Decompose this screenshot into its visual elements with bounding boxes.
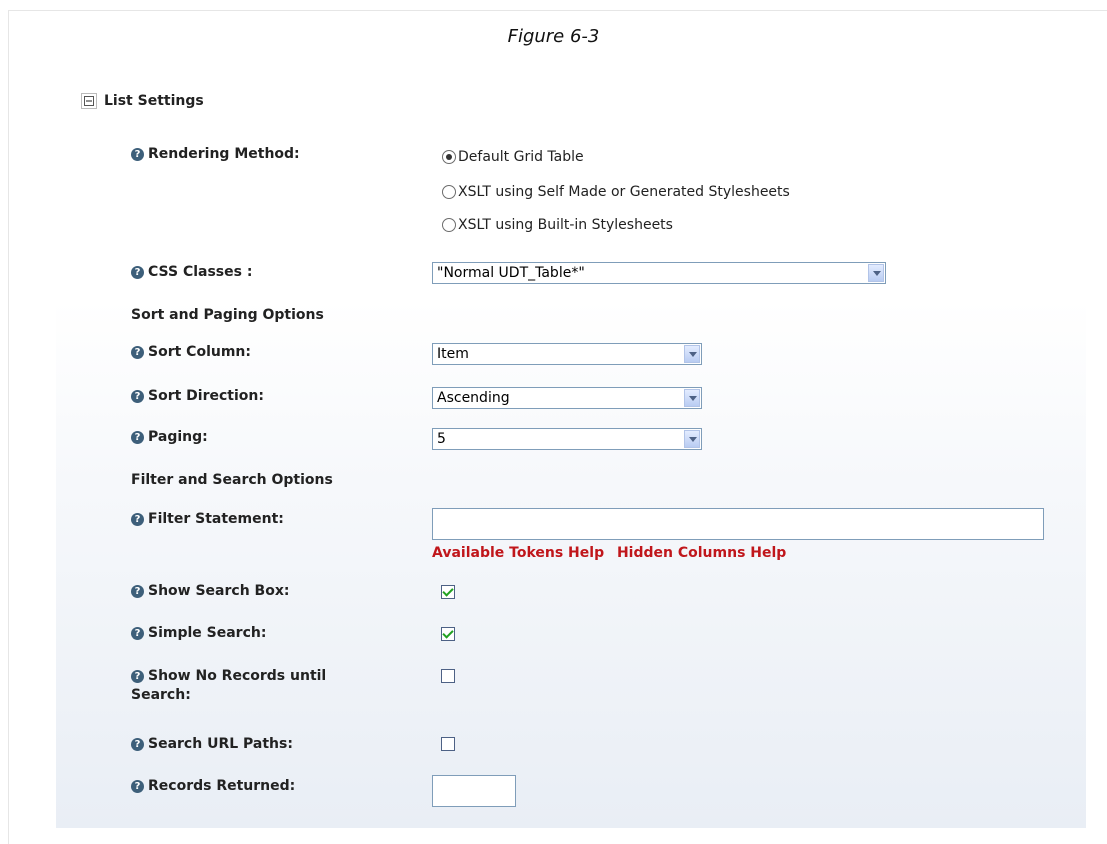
css-classes-text: CSS Classes :	[148, 264, 253, 280]
show-search-box-text: Show Search Box:	[148, 583, 290, 599]
help-question-icon[interactable]: ?	[131, 585, 144, 598]
sort-paging-heading: Sort and Paging Options	[131, 307, 324, 323]
filter-statement-text: Filter Statement:	[148, 511, 284, 527]
sort-direction-label: ? Sort Direction:	[131, 387, 264, 406]
radio-label: Default Grid Table	[458, 149, 584, 165]
help-question-icon[interactable]: ?	[131, 431, 144, 444]
available-tokens-help-link[interactable]: Available Tokens Help	[432, 545, 604, 561]
help-question-icon[interactable]: ?	[131, 266, 144, 279]
help-question-icon[interactable]: ?	[131, 346, 144, 359]
paging-label: ? Paging:	[131, 428, 208, 447]
search-url-paths-text: Search URL Paths:	[148, 736, 293, 752]
show-search-box-checkbox[interactable]	[441, 585, 455, 599]
frame-left-border	[8, 10, 9, 844]
frame-top-border	[8, 10, 1107, 11]
help-links: Available Tokens Help Hidden Columns Hel…	[432, 545, 794, 561]
show-no-records-text-1: Show No Records until	[148, 668, 327, 684]
show-no-records-text-2: Search:	[131, 687, 191, 703]
rendering-method-label: ? Rendering Method:	[131, 145, 300, 164]
sort-direction-select[interactable]: Ascending	[432, 387, 702, 409]
help-question-icon[interactable]: ?	[131, 148, 144, 161]
sort-column-value: Item	[437, 346, 469, 362]
rendering-method-text: Rendering Method:	[148, 146, 300, 162]
radio-label: XSLT using Built-in Stylesheets	[458, 217, 673, 233]
records-returned-text: Records Returned:	[148, 778, 296, 794]
section-title-list-settings[interactable]: List Settings	[104, 93, 204, 109]
filter-statement-input[interactable]	[432, 508, 1044, 540]
hidden-columns-help-link[interactable]: Hidden Columns Help	[617, 545, 786, 561]
radio-option-xslt-built-in[interactable]: XSLT using Built-in Stylesheets	[442, 217, 673, 233]
sort-direction-text: Sort Direction:	[148, 388, 264, 404]
records-returned-input[interactable]	[432, 775, 516, 807]
records-returned-label: ? Records Returned:	[131, 777, 295, 796]
chevron-down-icon[interactable]	[684, 389, 700, 407]
filter-statement-label: ? Filter Statement:	[131, 510, 284, 529]
search-url-paths-checkbox[interactable]	[441, 737, 455, 751]
css-classes-select[interactable]: "Normal UDT_Table*"	[432, 262, 886, 284]
help-question-icon[interactable]: ?	[131, 390, 144, 403]
help-question-icon[interactable]: ?	[131, 670, 144, 683]
radio-button[interactable]	[442, 185, 456, 199]
chevron-down-icon[interactable]	[684, 345, 700, 363]
css-classes-value: "Normal UDT_Table*"	[437, 265, 585, 281]
css-classes-label: ? CSS Classes :	[131, 263, 252, 282]
sort-column-label: ? Sort Column:	[131, 343, 251, 362]
radio-button[interactable]	[442, 218, 456, 232]
search-url-paths-label: ? Search URL Paths:	[131, 735, 293, 754]
chevron-down-icon[interactable]	[868, 264, 884, 282]
help-question-icon[interactable]: ?	[131, 513, 144, 526]
sort-direction-value: Ascending	[437, 390, 510, 406]
radio-option-default-grid[interactable]: Default Grid Table	[442, 149, 584, 165]
simple-search-label: ? Simple Search:	[131, 624, 266, 643]
radio-button-checked[interactable]	[442, 150, 456, 164]
radio-option-xslt-self-made[interactable]: XSLT using Self Made or Generated Styles…	[442, 184, 790, 200]
help-question-icon[interactable]: ?	[131, 627, 144, 640]
simple-search-checkbox[interactable]	[441, 627, 455, 641]
figure-caption: Figure 6-3	[507, 26, 600, 47]
filter-search-heading: Filter and Search Options	[131, 472, 333, 488]
help-question-icon[interactable]: ?	[131, 738, 144, 751]
paging-text: Paging:	[148, 429, 208, 445]
paging-value: 5	[437, 431, 446, 447]
collapse-minus-icon[interactable]	[81, 93, 98, 110]
chevron-down-icon[interactable]	[684, 430, 700, 448]
simple-search-text: Simple Search:	[148, 625, 267, 641]
sort-column-select[interactable]: Item	[432, 343, 702, 365]
show-no-records-label: ? Show No Records until Search:	[131, 667, 326, 705]
show-search-box-label: ? Show Search Box:	[131, 582, 289, 601]
show-no-records-checkbox[interactable]	[441, 669, 455, 683]
sort-column-text: Sort Column:	[148, 344, 251, 360]
radio-label: XSLT using Self Made or Generated Styles…	[458, 184, 790, 200]
paging-select[interactable]: 5	[432, 428, 702, 450]
help-question-icon[interactable]: ?	[131, 780, 144, 793]
